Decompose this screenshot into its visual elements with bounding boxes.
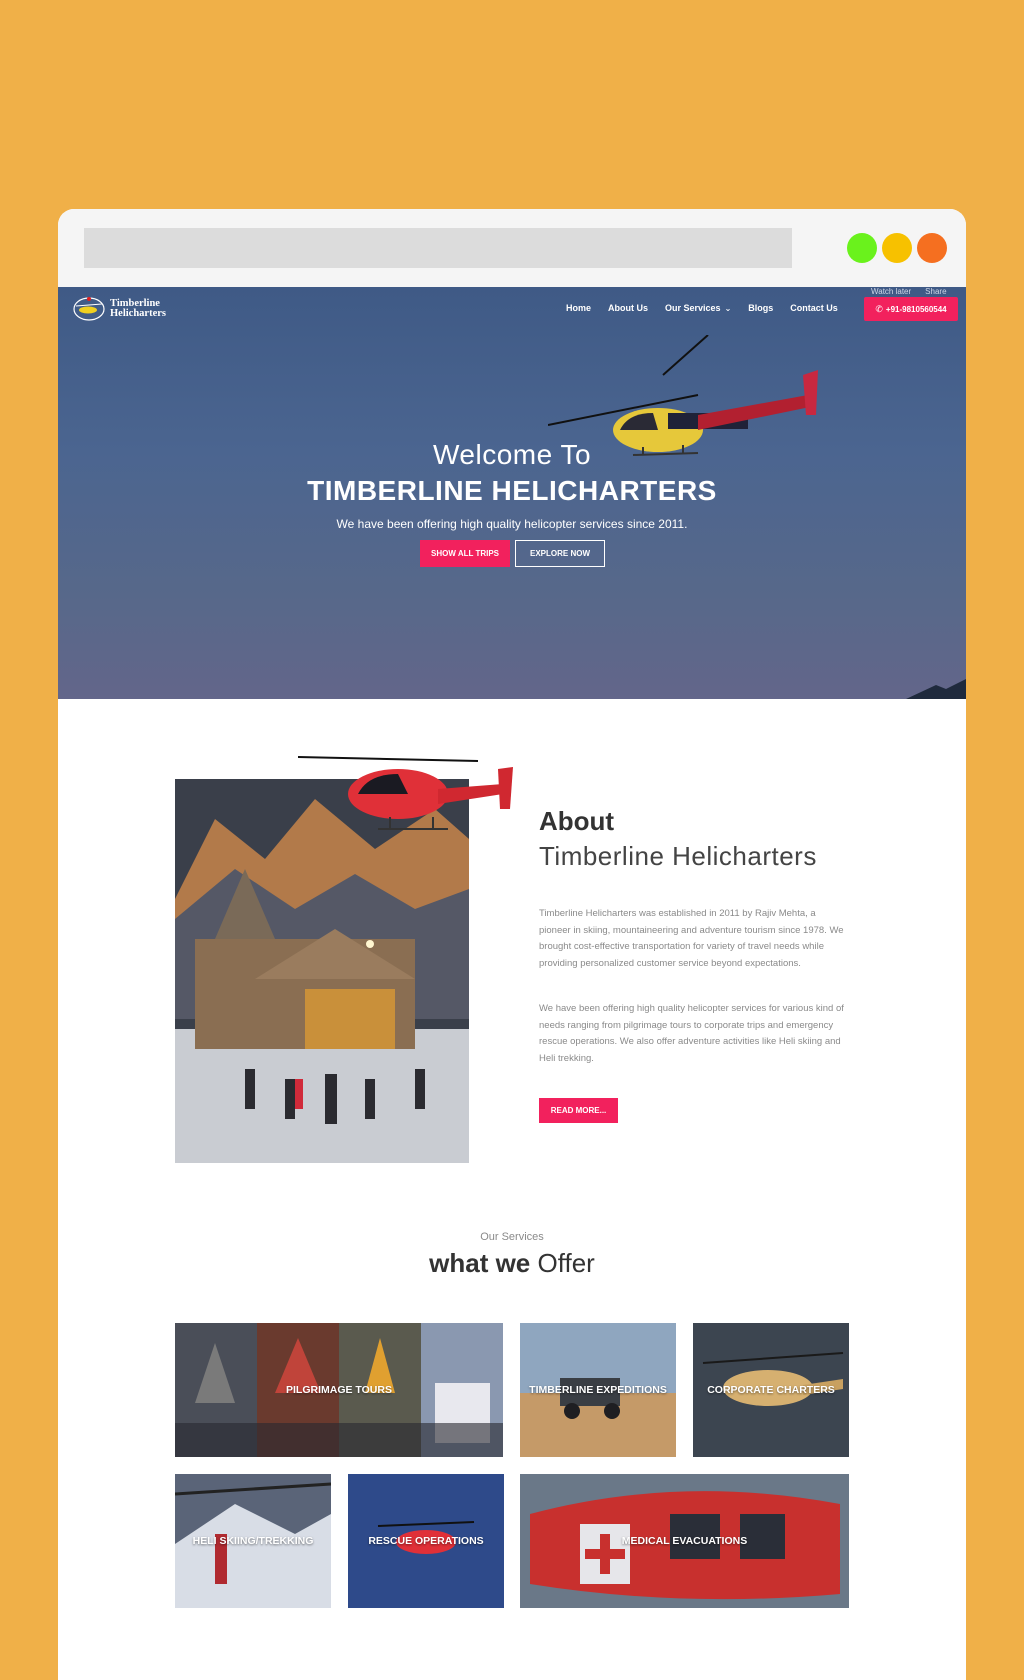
services-title-bold: what we — [429, 1248, 531, 1278]
explore-now-button[interactable]: EXPLORE NOW — [515, 540, 605, 567]
nav-services-label: Our Services — [665, 303, 721, 313]
tile-label: TIMBERLINE EXPEDITIONS — [529, 1384, 667, 1396]
hero-tagline: We have been offering high quality helic… — [336, 517, 688, 531]
show-all-trips-button[interactable]: SHOW ALL TRIPS — [420, 540, 510, 567]
mountain-silhouette — [906, 679, 966, 699]
hero-section: Timberline Helicharters Watch later Shar… — [58, 287, 966, 699]
service-tile-corporate[interactable]: CORPORATE CHARTERS — [693, 1323, 849, 1457]
hero-brand-title: TIMBERLINE HELICHARTERS — [307, 475, 717, 506]
video-overlay-meta: Watch later Share — [871, 287, 947, 296]
service-tile-pilgrimage[interactable]: PILGRIMAGE TOURS — [175, 1323, 503, 1457]
about-subheading: Timberline Helicharters — [539, 841, 817, 871]
service-tile-expeditions[interactable]: TIMBERLINE EXPEDITIONS — [520, 1323, 676, 1457]
chevron-down-icon: ⌄ — [724, 303, 732, 313]
nav-services[interactable]: Our Services ⌄ — [665, 303, 731, 313]
tile-label: CORPORATE CHARTERS — [707, 1384, 835, 1396]
tile-label: HELI SKIING/TREKKING — [192, 1535, 314, 1547]
services-title-light: Offer — [537, 1248, 595, 1278]
service-tile-heli-skiing[interactable]: HELI SKIING/TREKKING — [175, 1474, 331, 1608]
nav-contact[interactable]: Contact Us — [790, 303, 838, 313]
red-helicopter-image — [298, 756, 513, 830]
phone-icon: ✆ — [875, 303, 883, 314]
about-paragraph-1: Timberline Helicharters was established … — [539, 908, 844, 969]
service-tile-rescue[interactable]: RESCUE OPERATIONS — [348, 1474, 504, 1608]
address-bar[interactable] — [84, 228, 792, 268]
tile-label: RESCUE OPERATIONS — [368, 1535, 484, 1547]
tile-label: MEDICAL EVACUATIONS — [621, 1535, 748, 1547]
nav-blogs[interactable]: Blogs — [748, 303, 773, 313]
watch-later-link[interactable]: Watch later — [871, 287, 911, 296]
site-logo[interactable]: Timberline Helicharters — [72, 296, 166, 322]
orange-window-dot[interactable] — [917, 233, 947, 263]
browser-window: Timberline Helicharters Watch later Shar… — [58, 209, 966, 1680]
tile-label: PILGRIMAGE TOURS — [286, 1384, 392, 1396]
main-nav: Home About Us Our Services ⌄ Blogs Conta… — [566, 303, 855, 313]
nav-home[interactable]: Home — [566, 303, 591, 313]
call-button[interactable]: ✆ +91-9810560544 — [864, 297, 958, 321]
services-title: what we Offer — [58, 1248, 966, 1279]
logo-emblem-icon — [73, 297, 105, 321]
nav-about[interactable]: About Us — [608, 303, 648, 313]
services-overline: Our Services — [480, 1231, 544, 1243]
hero-welcome: Welcome To — [432, 439, 592, 470]
share-link[interactable]: Share — [925, 287, 946, 296]
browser-chrome — [58, 209, 966, 287]
yellow-window-dot[interactable] — [882, 233, 912, 263]
read-more-button[interactable]: READ MORE... — [539, 1098, 618, 1123]
logo-line-2: Helicharters — [110, 308, 166, 319]
about-paragraph-2: We have been offering high quality helic… — [539, 1003, 844, 1064]
service-tile-medical[interactable]: MEDICAL EVACUATIONS — [520, 1474, 849, 1608]
about-heading: About — [539, 806, 615, 836]
green-window-dot[interactable] — [847, 233, 877, 263]
phone-number: +91-9810560544 — [885, 304, 947, 314]
